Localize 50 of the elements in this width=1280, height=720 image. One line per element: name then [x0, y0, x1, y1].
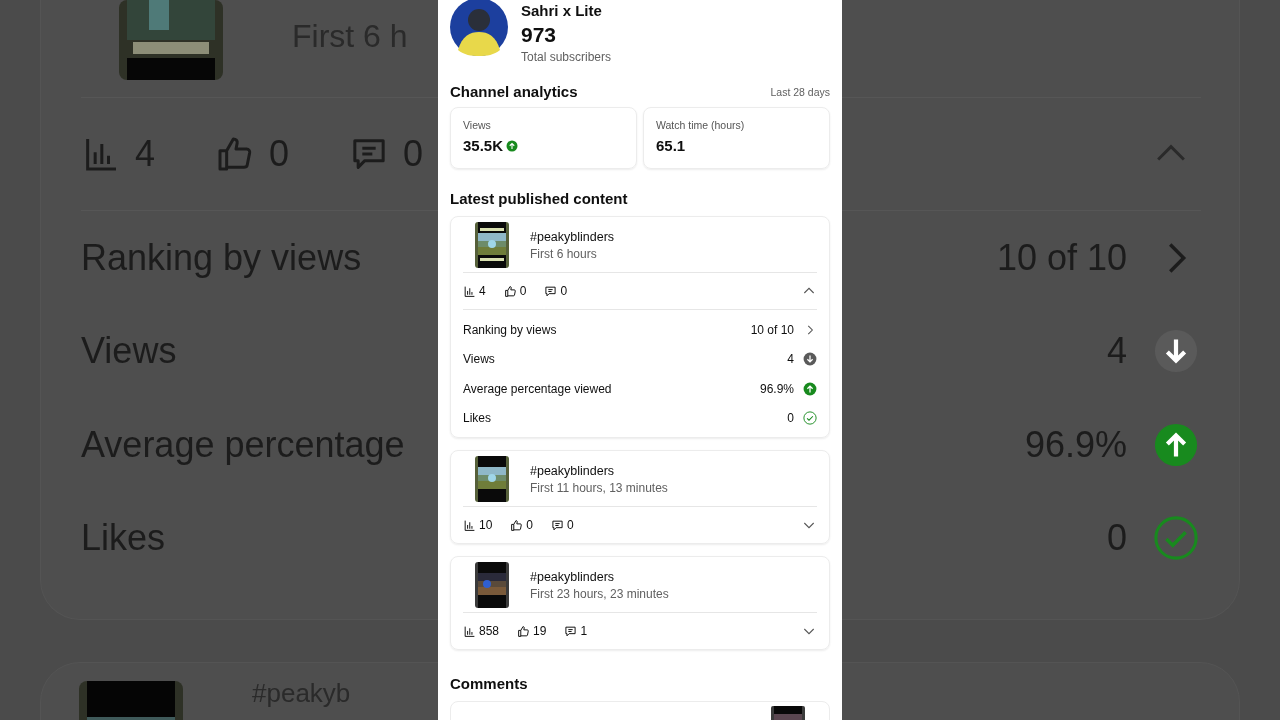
video-subtitle: First 23 hours, 23 minutes	[530, 586, 669, 601]
metric-value: 10 of 10	[750, 322, 794, 337]
video-card[interactable]: #peakyblinders First 6 hours 4 0 0 Ranking by views 10 of 10 Views 4 Average percentage viewed 96.9% Likes 0	[450, 216, 830, 438]
subscriber-label: Total subscribers	[521, 50, 612, 64]
stat-count: 4	[479, 284, 486, 298]
metric-label: Watch time (hours)	[656, 119, 746, 131]
video-card[interactable]: #peakyblinders First 23 hours, 23 minutes 858 19 1	[450, 556, 830, 650]
metric-label: Views	[463, 119, 492, 131]
video-title: #peakyblinders	[530, 569, 616, 584]
metric-card[interactable]: Views 35.5K	[450, 107, 637, 169]
metric-value: 4	[787, 352, 794, 367]
comment-card[interactable]	[450, 701, 830, 720]
metric-value: 0	[787, 411, 794, 426]
bar-chart-icon	[463, 624, 476, 638]
metric-label: Views	[463, 352, 495, 367]
channel-name: Sahri x Lite	[521, 2, 603, 19]
thumbs-up-icon	[510, 518, 524, 532]
comment-icon	[551, 518, 565, 532]
subscriber-count: 973	[521, 23, 558, 47]
stat-count: 0	[519, 284, 527, 298]
section-title: Comments	[450, 675, 528, 692]
avatar	[450, 0, 508, 56]
metric-label: Average percentage viewed	[463, 381, 612, 396]
comment-icon	[564, 624, 578, 638]
period-label: Last 28 days	[770, 85, 830, 98]
stat-count: 0	[526, 518, 534, 532]
video-subtitle: First 11 hours, 13 minutes	[530, 480, 668, 495]
metric-label: Likes	[463, 411, 491, 426]
stat-count: 0	[567, 518, 574, 532]
metric-value: 35.5K	[463, 137, 504, 154]
stat-count: 1	[580, 624, 588, 638]
thumbs-up-icon	[517, 624, 531, 638]
bar-chart-icon	[463, 518, 476, 532]
section-title: Channel analytics	[450, 83, 578, 100]
video-card[interactable]: #peakyblinders First 11 hours, 13 minutes 10 0 0	[450, 450, 830, 544]
stat-count: 0	[560, 284, 568, 298]
stat-count: 10	[479, 518, 493, 532]
stat-count: 19	[533, 624, 547, 638]
comment-icon	[544, 284, 558, 298]
video-subtitle: First 6 hours	[530, 246, 598, 261]
section-title: Latest published content	[450, 190, 628, 207]
video-title: #peakyblinders	[530, 463, 616, 478]
stat-count: 858	[479, 624, 500, 638]
metric-card[interactable]: Watch time (hours) 65.1	[643, 107, 830, 169]
video-title: #peakyblinders	[530, 229, 615, 244]
metric-value: 96.9%	[759, 381, 794, 396]
bar-chart-icon	[463, 284, 476, 298]
thumbs-up-icon	[503, 284, 517, 298]
metric-label: Ranking by views	[463, 322, 557, 337]
metric-value: 65.1	[656, 137, 686, 154]
